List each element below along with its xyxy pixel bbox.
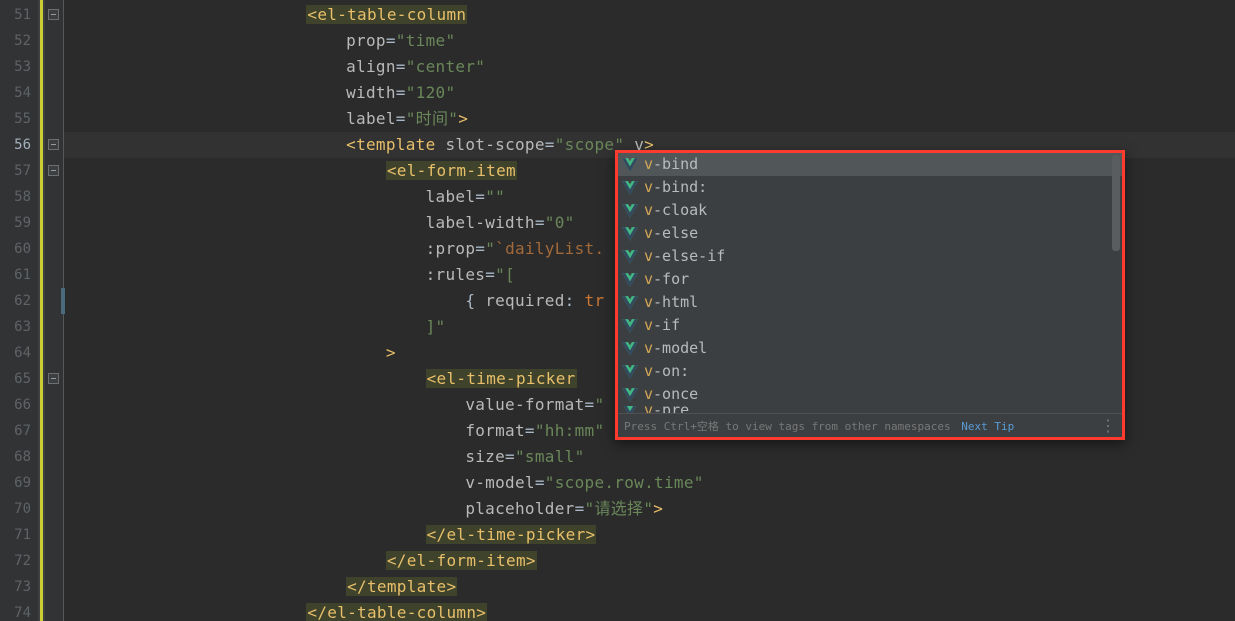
line-number: 74 bbox=[0, 600, 37, 621]
line-number: 66 bbox=[0, 392, 37, 418]
line-number: 52 bbox=[0, 28, 37, 54]
line-number: 69 bbox=[0, 470, 37, 496]
completion-item-label: v-pre bbox=[644, 406, 689, 413]
completion-hint: Press Ctrl+空格 to view tags from other na… bbox=[624, 420, 951, 433]
completion-list[interactable]: v-bindv-bind:v-cloakv-elsev-else-ifv-for… bbox=[618, 153, 1122, 413]
completion-item-label: v-on: bbox=[644, 360, 689, 383]
line-number-column: 5152535455565758596061626364656667686970… bbox=[0, 0, 38, 621]
completion-footer: Press Ctrl+空格 to view tags from other na… bbox=[618, 413, 1122, 437]
completion-item-label: v-bind: bbox=[644, 176, 707, 199]
code-line[interactable]: prop="time" bbox=[64, 28, 1235, 54]
line-number: 59 bbox=[0, 210, 37, 236]
completion-item[interactable]: v-once bbox=[618, 383, 1122, 406]
code-line[interactable]: size="small" bbox=[64, 444, 1235, 470]
line-number: 73 bbox=[0, 574, 37, 600]
line-number: 51 bbox=[0, 2, 37, 28]
completion-item[interactable]: v-cloak bbox=[618, 199, 1122, 222]
completion-item[interactable]: v-bind bbox=[618, 153, 1122, 176]
completion-item-label: v-html bbox=[644, 291, 698, 314]
completion-item-label: v-else bbox=[644, 222, 698, 245]
line-number: 72 bbox=[0, 548, 37, 574]
code-line[interactable]: placeholder="请选择"> bbox=[64, 496, 1235, 522]
line-number: 54 bbox=[0, 80, 37, 106]
completion-item[interactable]: v-on: bbox=[618, 360, 1122, 383]
line-number: 58 bbox=[0, 184, 37, 210]
vue-icon bbox=[622, 295, 638, 311]
completion-item[interactable]: v-else-if bbox=[618, 245, 1122, 268]
fold-toggle-icon[interactable] bbox=[48, 139, 59, 150]
vue-icon bbox=[622, 406, 638, 413]
fold-toggle-icon[interactable] bbox=[48, 165, 59, 176]
completion-item[interactable]: v-for bbox=[618, 268, 1122, 291]
completion-item-label: v-model bbox=[644, 337, 707, 360]
completion-item-label: v-cloak bbox=[644, 199, 707, 222]
line-number: 57 bbox=[0, 158, 37, 184]
completion-item[interactable]: v-model bbox=[618, 337, 1122, 360]
line-number: 65 bbox=[0, 366, 37, 392]
code-line[interactable]: </template> bbox=[64, 574, 1235, 600]
code-line[interactable]: </el-time-picker> bbox=[64, 522, 1235, 548]
line-number: 60 bbox=[0, 236, 37, 262]
completion-item-label: v-else-if bbox=[644, 245, 725, 268]
line-number: 64 bbox=[0, 340, 37, 366]
code-editor[interactable]: 5152535455565758596061626364656667686970… bbox=[0, 0, 1235, 621]
code-line[interactable]: v-model="scope.row.time" bbox=[64, 470, 1235, 496]
vue-icon bbox=[622, 157, 638, 173]
vue-icon bbox=[622, 341, 638, 357]
vue-icon bbox=[622, 203, 638, 219]
code-line[interactable]: label="时间"> bbox=[64, 106, 1235, 132]
vue-icon bbox=[622, 180, 638, 196]
completion-item-label: v-if bbox=[644, 314, 680, 337]
completion-item[interactable]: v-else bbox=[618, 222, 1122, 245]
line-number: 71 bbox=[0, 522, 37, 548]
vue-icon bbox=[622, 364, 638, 380]
line-number: 67 bbox=[0, 418, 37, 444]
vue-icon bbox=[622, 387, 638, 403]
completion-item-label: v-once bbox=[644, 383, 698, 406]
vue-icon bbox=[622, 249, 638, 265]
more-icon[interactable]: ⋮ bbox=[1100, 416, 1116, 435]
completion-popup[interactable]: v-bindv-bind:v-cloakv-elsev-else-ifv-for… bbox=[615, 150, 1125, 440]
line-number: 55 bbox=[0, 106, 37, 132]
vue-icon bbox=[622, 226, 638, 242]
line-number: 56 bbox=[0, 132, 37, 158]
code-line[interactable]: <el-table-column bbox=[64, 2, 1235, 28]
line-number: 63 bbox=[0, 314, 37, 340]
code-line[interactable]: align="center" bbox=[64, 54, 1235, 80]
completion-item-label: v-bind bbox=[644, 153, 698, 176]
line-number: 61 bbox=[0, 262, 37, 288]
gutter: 5152535455565758596061626364656667686970… bbox=[0, 0, 64, 621]
code-line[interactable]: width="120" bbox=[64, 80, 1235, 106]
line-number: 70 bbox=[0, 496, 37, 522]
line-number: 62 bbox=[0, 288, 37, 314]
code-line[interactable]: </el-table-column> bbox=[64, 600, 1235, 621]
vue-icon bbox=[622, 272, 638, 288]
completion-item[interactable]: v-if bbox=[618, 314, 1122, 337]
line-number: 68 bbox=[0, 444, 37, 470]
vue-icon bbox=[622, 318, 638, 334]
code-line[interactable]: </el-form-item> bbox=[64, 548, 1235, 574]
completion-item[interactable]: v-pre bbox=[618, 406, 1122, 413]
completion-item-label: v-for bbox=[644, 268, 689, 291]
scrollbar-thumb[interactable] bbox=[1112, 155, 1120, 251]
next-tip-link[interactable]: Next Tip bbox=[961, 420, 1014, 433]
completion-item[interactable]: v-html bbox=[618, 291, 1122, 314]
completion-item[interactable]: v-bind: bbox=[618, 176, 1122, 199]
fold-toggle-icon[interactable] bbox=[48, 9, 59, 20]
line-number: 53 bbox=[0, 54, 37, 80]
fold-toggle-icon[interactable] bbox=[48, 373, 59, 384]
